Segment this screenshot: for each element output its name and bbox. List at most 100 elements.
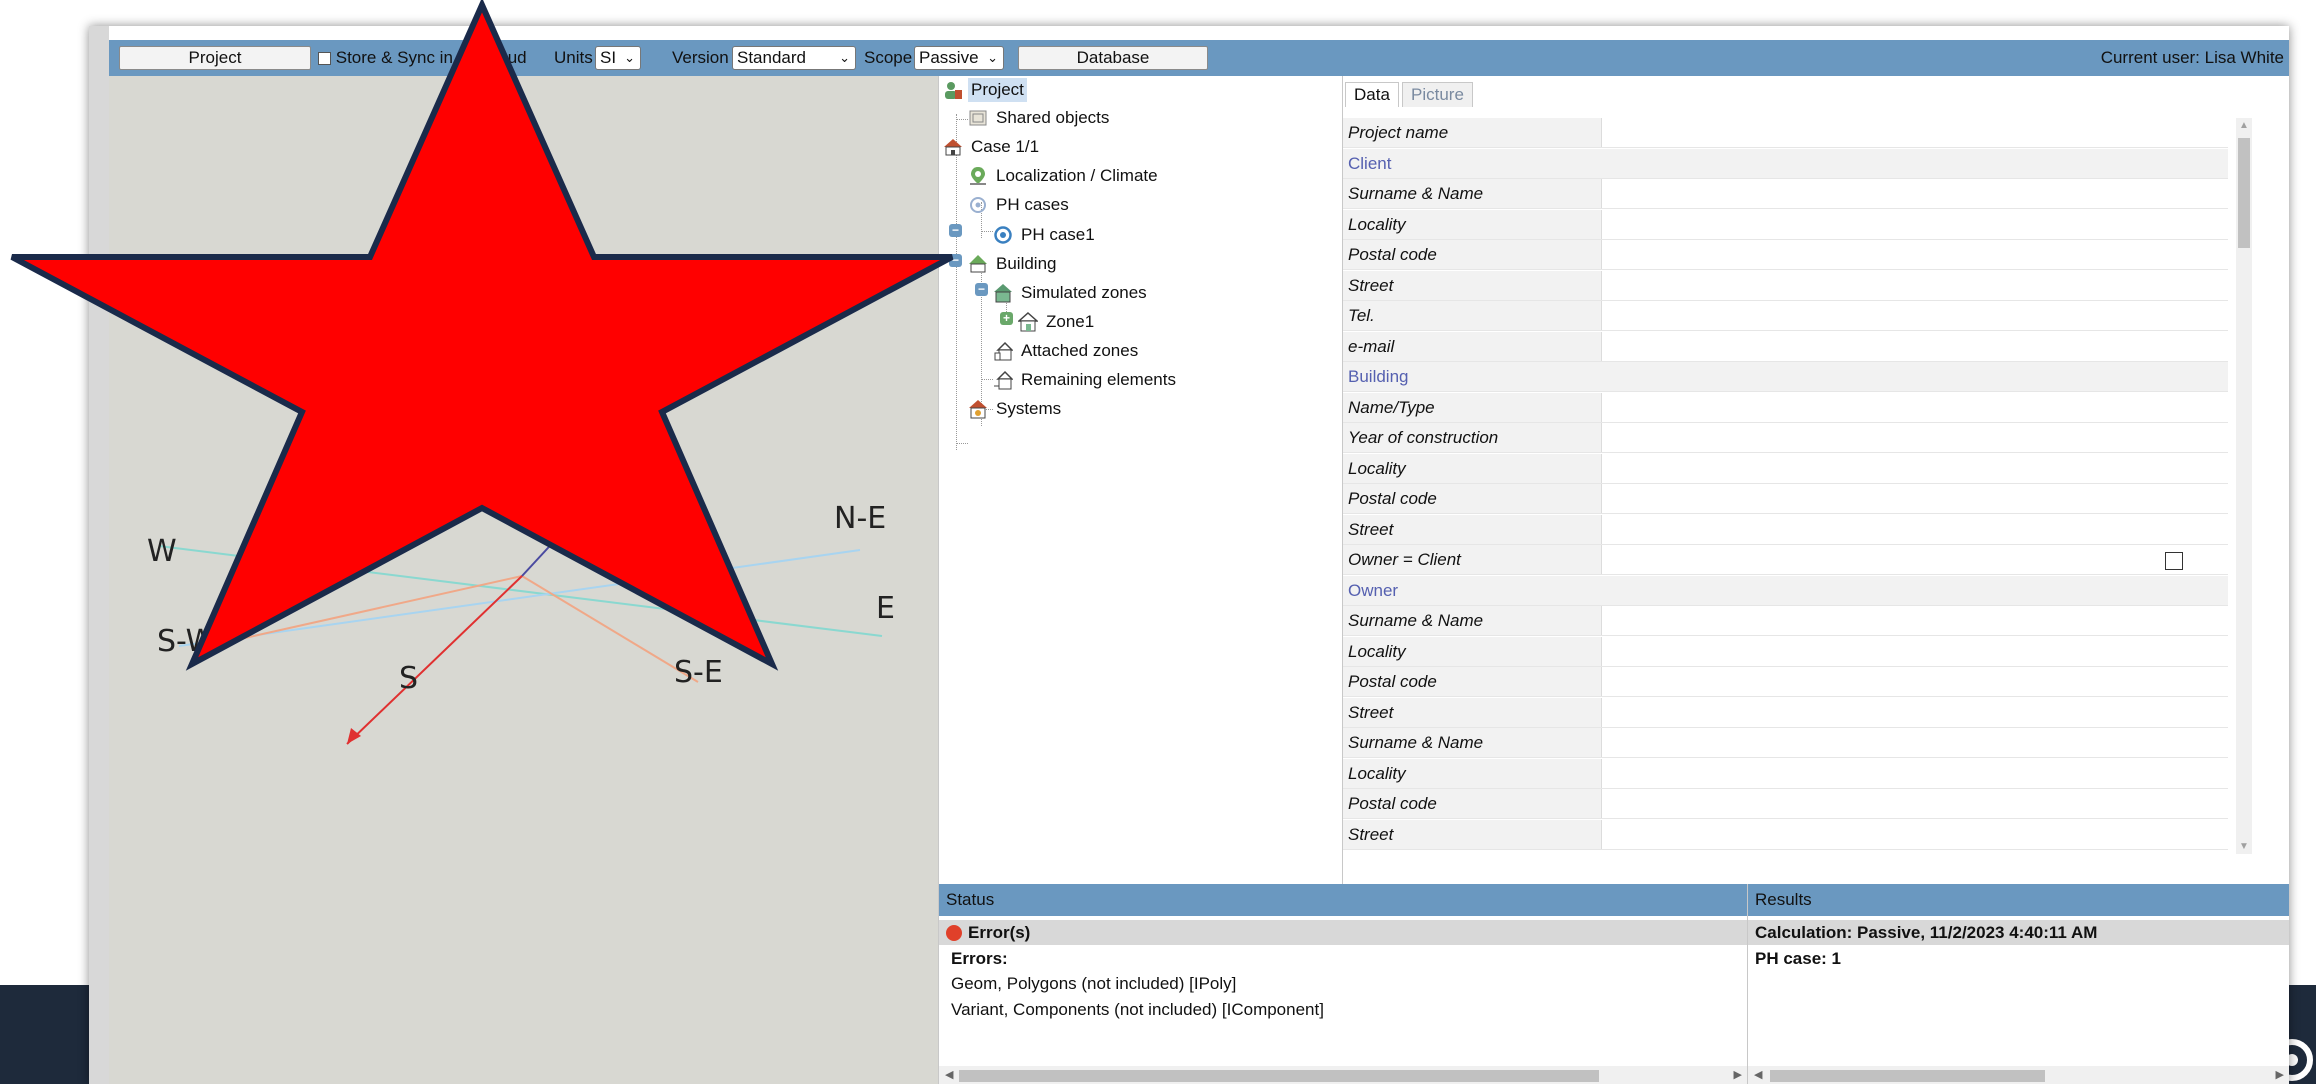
grid-value-cell[interactable]: [1603, 515, 2228, 544]
scroll-up-icon[interactable]: ▲: [2239, 120, 2249, 131]
grid-value-cell[interactable]: [1603, 637, 2228, 666]
grid-value-cell[interactable]: [1603, 484, 2228, 513]
grid-row-label: Postal code: [1343, 789, 1602, 818]
scroll-left-icon[interactable]: ◀: [945, 1068, 953, 1081]
grid-row-label: Locality: [1343, 453, 1602, 483]
grid-row: Name/Type: [1343, 392, 2228, 423]
version-select[interactable]: Standard ⌄: [732, 46, 856, 70]
scroll-thumb[interactable]: [2238, 138, 2250, 248]
zone-icon: [1018, 312, 1038, 332]
ph-cases-icon: [970, 197, 986, 213]
compass-label-e: E: [876, 591, 895, 626]
tree-connector: [981, 231, 993, 232]
tab-data[interactable]: Data: [1345, 82, 1399, 107]
error-line: Variant, Components (not included) [ICom…: [951, 1000, 1324, 1019]
version-label: Version: [672, 48, 729, 67]
grid-value-cell[interactable]: [1603, 759, 2228, 788]
grid-row: e-mail: [1343, 331, 2228, 362]
units-select[interactable]: SI ⌄: [595, 46, 641, 70]
grid-row: Surname & Name: [1343, 606, 2228, 636]
compass-line-w-e: [158, 545, 883, 637]
shared-objects-icon: [969, 110, 987, 126]
grid-row-label: e-mail: [1343, 331, 1602, 361]
project-button[interactable]: Project: [119, 46, 311, 70]
tree-item-label: Building: [996, 254, 1057, 273]
ph-case-icon: [994, 226, 1012, 244]
data-vertical-scrollbar[interactable]: ▲ ▼: [2236, 118, 2252, 854]
grid-value-cell[interactable]: [1603, 667, 2228, 696]
scroll-thumb[interactable]: [1770, 1070, 2045, 1082]
scroll-down-icon[interactable]: ▼: [2239, 841, 2249, 852]
project-tree[interactable]: Project Shared objects Case 1/1 Localiza…: [938, 76, 1343, 884]
tree-item-label: PH case1: [1021, 225, 1095, 244]
scroll-thumb[interactable]: [959, 1070, 1599, 1082]
grid-value-cell[interactable]: [1603, 606, 2228, 635]
grid-value-cell[interactable]: [1603, 118, 2228, 147]
compass-label-sw: S-W: [157, 624, 215, 659]
grid-value-cell[interactable]: [1603, 332, 2228, 361]
grid-row-label: Street: [1343, 270, 1602, 300]
results-title: Results: [1748, 884, 2289, 916]
grid-value-cell[interactable]: [1603, 393, 2228, 422]
grid-row: Owner = Client: [1343, 545, 2228, 575]
grid-section-header: Client: [1343, 148, 2228, 179]
grid-row: Postal code: [1343, 240, 2228, 270]
grid-value-cell[interactable]: [1603, 210, 2228, 239]
expand-zone1-icon[interactable]: +: [1000, 312, 1013, 325]
grid-row-label: Surname & Name: [1343, 728, 1602, 757]
collapse-building-icon[interactable]: −: [949, 254, 962, 267]
store-sync-checkbox[interactable]: [318, 52, 331, 66]
grid-value-cell[interactable]: [1603, 454, 2228, 483]
grid-value-cell[interactable]: [1603, 820, 2228, 849]
results-horizontal-scrollbar[interactable]: ◀ ▶: [1748, 1066, 2289, 1084]
tree-item-label: Case 1/1: [971, 137, 1040, 156]
status-horizontal-scrollbar[interactable]: ◀ ▶: [939, 1066, 1748, 1084]
grid-row-label: Postal code: [1343, 484, 1602, 513]
grid-row-label: Name/Type: [1343, 392, 1602, 422]
building-icon: [969, 255, 987, 273]
compass-line-sw-ne: [178, 549, 861, 647]
grid-row-label: Postal code: [1343, 240, 1602, 269]
grid-row: Surname & Name: [1343, 179, 2228, 209]
3d-viewport[interactable]: W N-E S-W E S S-E: [109, 76, 938, 1084]
units-label: Units: [554, 48, 593, 67]
tree-item-label: Project: [968, 78, 1027, 102]
scroll-right-icon[interactable]: ▶: [2276, 1068, 2284, 1081]
chevron-down-icon: ⌄: [624, 50, 635, 65]
tree-item-label: Remaining elements: [1021, 370, 1176, 389]
tab-picture[interactable]: Picture: [1402, 82, 1473, 107]
grid-row: Locality: [1343, 453, 2228, 484]
compass-label-se: S-E: [674, 655, 723, 690]
owner-equals-client-checkbox[interactable]: [2165, 552, 2183, 570]
grid-value-cell[interactable]: [1603, 789, 2228, 818]
data-panel: Data Picture Project name Client Surname &…: [1342, 76, 2289, 884]
location-pin-icon: [970, 167, 986, 185]
tree-item-label: Zone1: [1046, 312, 1095, 331]
grid-checkbox-cell[interactable]: [1603, 545, 2228, 574]
grid-value-cell[interactable]: [1603, 728, 2228, 757]
collapse-simulated-zones-icon[interactable]: −: [975, 283, 988, 296]
tree-connector: [981, 379, 993, 380]
grid-row-label: Surname & Name: [1343, 606, 1602, 635]
error-dot-icon: [946, 925, 962, 941]
collapse-ph-cases-icon[interactable]: −: [949, 224, 962, 237]
scroll-right-icon[interactable]: ▶: [1734, 1068, 1742, 1081]
scope-select[interactable]: Passive ⌄: [914, 46, 1004, 70]
grid-value-cell[interactable]: [1603, 423, 2228, 452]
grid-row: Postal code: [1343, 484, 2228, 514]
grid-row: Tel.: [1343, 301, 2228, 331]
grid-value-cell[interactable]: [1603, 179, 2228, 208]
compass-label-s: S: [399, 661, 418, 696]
grid-value-cell[interactable]: [1603, 698, 2228, 727]
grid-value-cell[interactable]: [1603, 240, 2228, 269]
store-sync-toggle[interactable]: Store & Sync in the cloud: [318, 46, 527, 70]
database-button[interactable]: Database: [1018, 46, 1208, 70]
grid-row-label: Street: [1343, 514, 1602, 544]
units-value: SI: [600, 48, 617, 67]
grid-value-cell[interactable]: [1603, 301, 2228, 330]
grid-value-cell[interactable]: [1603, 271, 2228, 300]
scroll-left-icon[interactable]: ◀: [1754, 1068, 1762, 1081]
case-icon: [944, 139, 962, 156]
grid-row-label: Project name: [1343, 118, 1602, 147]
project-icon: [945, 82, 962, 99]
